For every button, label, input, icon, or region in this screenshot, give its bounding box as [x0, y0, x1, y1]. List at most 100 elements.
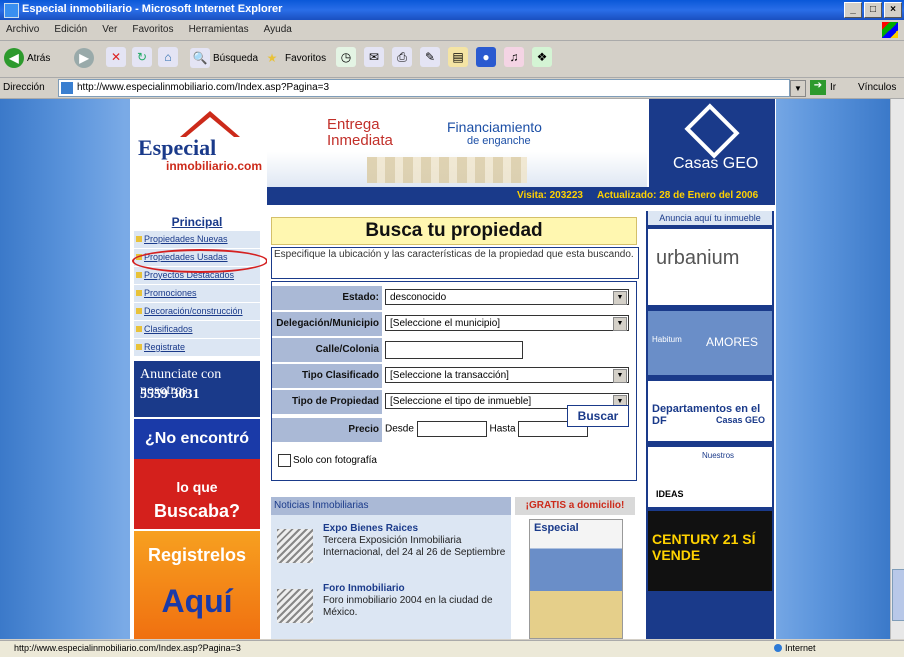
header-banner[interactable]: Entrega Inmediata Financiamiento de engan…	[267, 99, 647, 187]
chevron-down-icon: ▼	[613, 317, 627, 331]
ideas-ad[interactable]: IDEAS Nuestros	[648, 447, 772, 507]
nav-item-decoracion[interactable]: Decoración/construcción	[134, 303, 260, 320]
star-icon: ★	[266, 51, 278, 65]
buildings-image	[367, 157, 527, 183]
media-icon[interactable]: ♫	[504, 47, 524, 67]
address-input[interactable]: http://www.especialinmobiliario.com/Inde…	[58, 79, 790, 97]
go-arrow-icon[interactable]: ➔	[810, 80, 826, 95]
no-encontro-ad[interactable]: ¿No encontró lo que Buscaba?	[134, 419, 260, 529]
menu-archivo[interactable]: Archivo	[6, 24, 39, 35]
casas-geo-banner[interactable]: Casas GEO	[649, 99, 775, 187]
search-icon: 🔍	[190, 48, 210, 68]
visit-count: Visita: 203223	[517, 190, 583, 201]
solo-foto-label: Solo con fotografía	[293, 455, 377, 467]
forward-arrow-icon: ▶	[74, 48, 94, 68]
urbanium-ad[interactable]: urbanium	[648, 229, 772, 305]
news-title[interactable]: Expo Bienes Raices	[323, 523, 418, 534]
menu-edicion[interactable]: Edición	[54, 24, 87, 35]
gratis-panel[interactable]: ¡GRATIS a domicilio! Especial	[515, 497, 635, 639]
back-button[interactable]: ◀ Atrás	[4, 47, 50, 69]
status-url: http://www.especialinmobiliario.com/Inde…	[14, 643, 241, 653]
address-bar: Dirección http://www.especialinmobiliari…	[0, 78, 904, 99]
folder-icon[interactable]: ▤	[448, 47, 468, 67]
estado-select[interactable]: desconocido ▼	[385, 289, 629, 305]
history-icon[interactable]: ◷	[336, 47, 356, 67]
df-ad[interactable]: Departamentos en el DF Casas GEO	[648, 381, 772, 441]
menu-herramientas[interactable]: Herramientas	[189, 24, 249, 35]
row-municipio: Delegación/Municipio [Seleccione el muni…	[272, 312, 636, 336]
house-icon	[684, 103, 740, 159]
edit-icon[interactable]: ✎	[420, 47, 440, 67]
ie-icon	[4, 3, 19, 18]
search-label: Búsqueda	[213, 52, 259, 64]
hasta-label: Hasta	[489, 423, 516, 435]
habitum-ad[interactable]: Habitum AMORES	[648, 311, 772, 375]
desde-label: Desde	[385, 423, 414, 435]
nav-heading[interactable]: Principal	[130, 215, 264, 229]
highlight-oval	[132, 249, 268, 273]
vertical-scrollbar[interactable]	[890, 99, 904, 639]
scroll-thumb[interactable]	[892, 569, 904, 621]
toolbar: ◀ Atrás ▶ ✕ ↻ ⌂ 🔍 Búsqueda ★ Favoritos ◷…	[0, 41, 904, 78]
anunciate-ad[interactable]: Anunciate con nosotros 5559 3031	[134, 361, 260, 417]
buscaba-text: Buscaba?	[153, 501, 241, 521]
magazine-cover: Especial	[529, 519, 623, 639]
address-label: Dirección	[3, 82, 45, 93]
maximize-button[interactable]: □	[864, 2, 882, 18]
desde-input[interactable]	[416, 421, 487, 437]
windows-flag-icon	[882, 22, 898, 38]
tipo-propiedad-label: Tipo de Propiedad	[272, 390, 382, 414]
calle-input[interactable]	[385, 341, 523, 359]
messenger-icon[interactable]: ●	[476, 47, 496, 67]
mail-icon[interactable]: ✉	[364, 47, 384, 67]
registrelos-ad[interactable]: Registrelos Aquí	[134, 531, 260, 639]
news-title[interactable]: Foro Inmobiliario	[323, 583, 405, 594]
stop-icon[interactable]: ✕	[106, 47, 126, 67]
back-label: Atrás	[27, 52, 51, 64]
casas-geo-label: Casas GEO	[673, 155, 759, 172]
site-logo[interactable]: Especial inmobiliario.com	[130, 99, 265, 207]
tools-icon[interactable]: ❖	[532, 47, 552, 67]
banner-enganche: de enganche	[467, 135, 531, 147]
buscar-button[interactable]: Buscar	[567, 405, 629, 427]
go-label[interactable]: Ir	[830, 82, 836, 93]
nav-item-propiedades-nuevas[interactable]: Propiedades Nuevas	[134, 231, 260, 248]
address-dropdown-icon[interactable]: ▼	[790, 80, 806, 97]
minimize-button[interactable]: _	[844, 2, 862, 18]
left-nav: Principal Propiedades Nuevas Propiedades…	[130, 211, 268, 639]
municipio-select[interactable]: [Seleccione el municipio] ▼	[385, 315, 629, 331]
search-button[interactable]: 🔍 Búsqueda	[190, 47, 258, 69]
estado-label: Estado:	[272, 286, 382, 310]
home-icon[interactable]: ⌂	[158, 47, 178, 67]
news-image	[277, 589, 313, 623]
favorites-button[interactable]: ★ Favoritos	[262, 47, 327, 69]
window-titlebar: Especial inmobiliario - Microsoft Intern…	[0, 0, 904, 20]
logo-word-inmobiliario: inmobiliario.com	[166, 159, 263, 173]
refresh-icon[interactable]: ↻	[132, 47, 152, 67]
lo-que-text: lo que	[176, 479, 218, 495]
no-encontro-text: ¿No encontró	[134, 419, 260, 459]
tipo-clasificado-select[interactable]: [Seleccione la transacción] ▼	[385, 367, 629, 383]
search-panel: Busca tu propiedad Especifique la ubicac…	[267, 211, 639, 639]
internet-zone-icon	[774, 644, 782, 652]
logo-word-especial: Especial	[138, 135, 217, 160]
menu-ver[interactable]: Ver	[102, 24, 117, 35]
web-page: Especial inmobiliario.com Entrega Inmedia…	[130, 99, 776, 639]
bottom-ad[interactable]	[648, 595, 772, 639]
print-icon[interactable]: ⎙	[392, 47, 412, 67]
solo-foto-checkbox[interactable]: Solo con fotografía	[278, 454, 377, 467]
menu-ayuda[interactable]: Ayuda	[264, 24, 292, 35]
nav-item-promociones[interactable]: Promociones	[134, 285, 260, 302]
nav-item-registrate[interactable]: Registrate	[134, 339, 260, 356]
forward-button[interactable]: ▶	[74, 47, 94, 69]
nav-item-clasificados[interactable]: Clasificados	[134, 321, 260, 338]
close-button[interactable]: ×	[884, 2, 902, 18]
municipio-label: Delegación/Municipio	[272, 312, 382, 336]
menu-bar: Archivo Edición Ver Favoritos Herramient…	[0, 20, 904, 41]
status-zone: Internet	[785, 643, 816, 653]
right-heading[interactable]: Anuncia aquí tu inmueble	[648, 211, 772, 225]
news-heading: Noticias Inmobiliarias	[271, 497, 511, 515]
menu-favoritos[interactable]: Favoritos	[132, 24, 173, 35]
links-label[interactable]: Vínculos	[858, 82, 896, 93]
century21-ad[interactable]: CENTURY 21 SÍ VENDE	[648, 511, 772, 591]
